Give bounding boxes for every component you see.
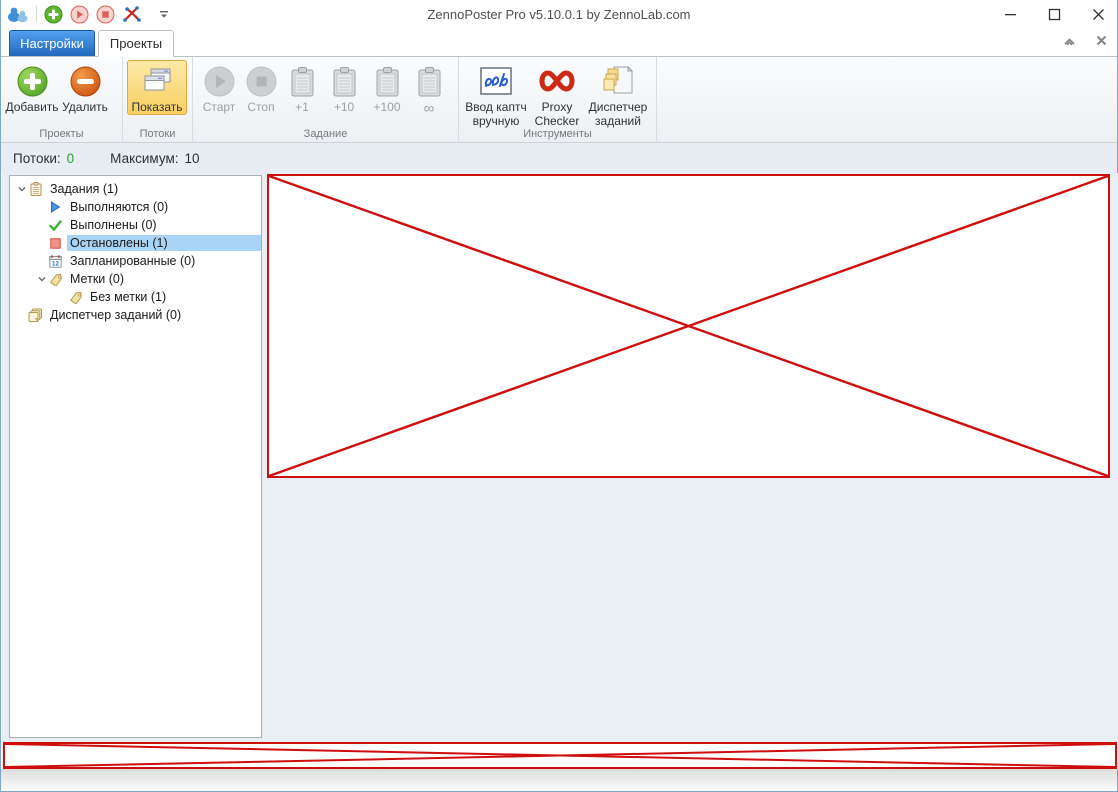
button-label: Добавить <box>5 100 59 114</box>
manual-captcha-button[interactable]: Ввод каптч вручную <box>463 60 529 130</box>
ribbon-group-threads: Показать Потоки <box>123 57 193 142</box>
group-label: Задание <box>303 128 348 140</box>
tree-item-label: Метки (0) <box>70 272 125 286</box>
tree-item-tasks[interactable]: Задания (1) <box>10 180 261 198</box>
clipboard-icon <box>28 182 43 196</box>
add-infinite-threads-button[interactable]: ∞ <box>409 60 449 119</box>
button-label: Диспетчер заданий <box>588 100 648 129</box>
ribbon-group-tools: Ввод каптч вручную Proxy Checker Диспетч… <box>459 57 657 142</box>
button-label: Стоп <box>247 100 275 114</box>
tree-item-label: Диспетчер заданий (0) <box>50 308 182 322</box>
group-label: Проекты <box>39 128 84 140</box>
add-project-button[interactable]: Добавить <box>5 60 59 115</box>
delete-project-button[interactable]: Удалить <box>59 60 111 115</box>
tree-item-label: Без метки (1) <box>90 290 167 304</box>
ribbon-group-projects: Добавить Удалить Проекты <box>1 57 123 142</box>
tab-settings[interactable]: Настройки <box>9 30 95 56</box>
stop-button[interactable]: Стоп <box>241 60 281 115</box>
tree-item-label: Задания (1) <box>50 182 119 196</box>
close-button[interactable] <box>1091 7 1105 21</box>
task-notes-icon <box>602 63 634 99</box>
title-bar: ZennoPoster Pro v5.10.0.1 by ZennoLab.co… <box>1 0 1117 28</box>
start-button[interactable]: Старт <box>197 60 241 115</box>
infinity-red-icon <box>537 63 577 99</box>
add-100-threads-button[interactable]: +100 <box>365 60 409 115</box>
clipboard-gray-icon <box>290 63 315 99</box>
window-controls <box>1003 0 1105 28</box>
stop-square-icon <box>48 237 63 249</box>
ribbon: Добавить Удалить Проекты Показать Потоки… <box>1 57 1117 143</box>
maximize-button[interactable] <box>1047 7 1061 21</box>
tree-item-completed[interactable]: Выполнены (0) <box>10 216 261 234</box>
ribbon-controls <box>1063 35 1107 49</box>
minimize-button[interactable] <box>1003 7 1017 21</box>
ribbon-tab-row: Настройки Проекты <box>1 28 1117 57</box>
workspace: Задания (1) Выполняются (0) Выполнены (0… <box>2 173 1118 769</box>
plus-circle-icon <box>17 63 48 99</box>
add-10-threads-button[interactable]: +10 <box>323 60 365 115</box>
threads-value: 0 <box>66 150 75 166</box>
button-label: Ввод каптч вручную <box>465 100 527 129</box>
tree-item-label: Выполняются (0) <box>70 200 169 214</box>
broken-image-placeholder-main <box>267 174 1110 478</box>
task-manager-button[interactable]: Диспетчер заданий <box>585 60 651 130</box>
check-icon <box>48 219 63 231</box>
tasks-tree-panel: Задания (1) Выполняются (0) Выполнены (0… <box>9 175 262 738</box>
max-threads-label: Максимум: <box>110 150 179 166</box>
windows-stack-icon <box>141 63 173 99</box>
tree-item-running[interactable]: Выполняются (0) <box>10 198 261 216</box>
play-circle-gray-icon <box>204 63 235 99</box>
tag-icon <box>48 273 63 286</box>
play-icon <box>48 201 63 213</box>
tree-item-scheduled[interactable]: 12 Запланированные (0) <box>10 252 261 270</box>
clipboard-gray-icon <box>375 63 400 99</box>
ribbon-empty-area <box>657 57 1117 142</box>
stop-circle-gray-icon <box>246 63 277 99</box>
tab-projects[interactable]: Проекты <box>98 30 174 57</box>
tree-item-label: Остановлены (1) <box>67 235 261 251</box>
button-label: +1 <box>295 100 309 114</box>
clipboard-gray-icon <box>332 63 357 99</box>
button-label: Показать <box>131 100 183 114</box>
show-threads-button[interactable]: Показать <box>127 60 187 116</box>
captcha-image-icon <box>478 63 514 99</box>
add-1-thread-button[interactable]: +1 <box>281 60 323 115</box>
group-label: Потоки <box>139 128 176 140</box>
collapse-ribbon-icon[interactable] <box>1063 35 1076 49</box>
status-strip <box>1 769 1117 791</box>
chevron-down-icon[interactable] <box>36 276 48 282</box>
button-label: Удалить <box>62 100 108 114</box>
app-window: ZennoPoster Pro v5.10.0.1 by ZennoLab.co… <box>0 0 1118 792</box>
tree-item-label: Выполнены (0) <box>70 218 157 232</box>
tree-item-stopped[interactable]: Остановлены (1) <box>10 234 261 252</box>
chevron-down-icon[interactable] <box>16 186 28 192</box>
svg-text:12: 12 <box>52 260 59 267</box>
proxy-checker-button[interactable]: Proxy Checker <box>529 60 585 130</box>
clipboard-gray-icon <box>417 63 442 99</box>
close-panel-icon[interactable] <box>1096 35 1107 49</box>
group-label: Инструменты <box>523 128 592 140</box>
tree-item-no-label[interactable]: Без метки (1) <box>10 288 261 306</box>
documents-stack-icon <box>28 308 43 322</box>
button-label: +10 <box>333 100 355 114</box>
calendar-icon: 12 <box>48 254 63 268</box>
ribbon-group-task: Старт Стоп +1 +10 +100 ∞ Задание <box>193 57 459 142</box>
threads-label: Потоки: <box>13 150 61 166</box>
button-label: Старт <box>202 100 236 114</box>
button-label: ∞ <box>423 100 435 117</box>
button-label: Proxy Checker <box>534 100 580 129</box>
tree-item-task-manager[interactable]: Диспетчер заданий (0) <box>10 306 261 324</box>
broken-image-placeholder-bottom <box>3 742 1117 769</box>
tree-item-label: Запланированные (0) <box>70 254 196 268</box>
threads-status-bar: Потоки: 0 Максимум: 10 <box>1 143 1117 173</box>
minus-circle-icon <box>70 63 101 99</box>
tree-item-labels[interactable]: Метки (0) <box>10 270 261 288</box>
tag-icon <box>68 291 83 304</box>
button-label: +100 <box>373 100 401 114</box>
window-title: ZennoPoster Pro v5.10.0.1 by ZennoLab.co… <box>427 7 691 22</box>
max-threads-value: 10 <box>184 150 200 166</box>
